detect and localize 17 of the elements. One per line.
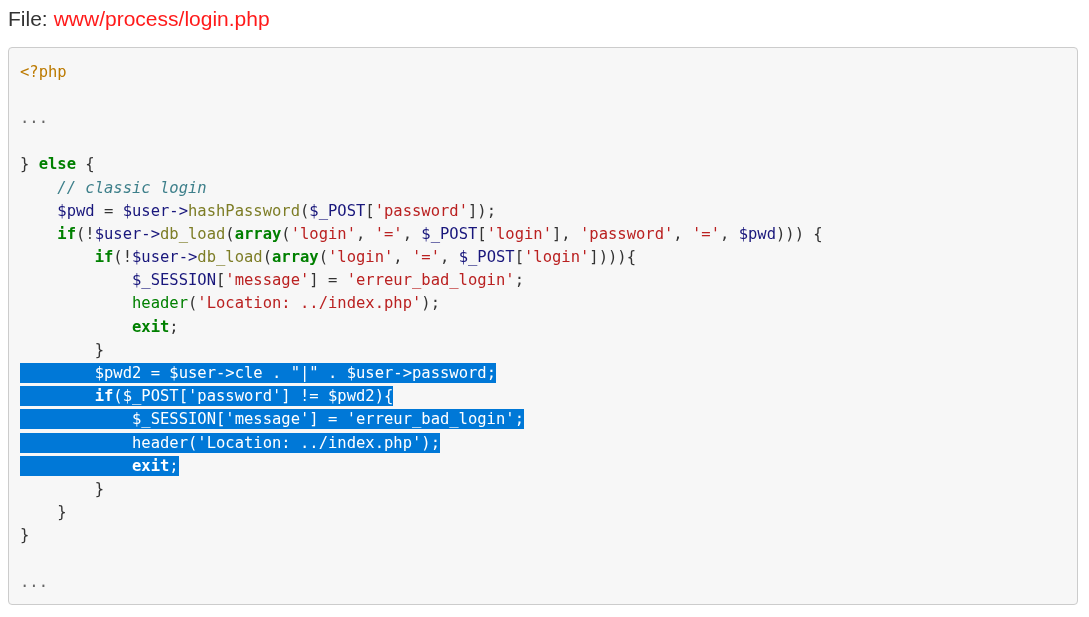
code-line: } — [20, 525, 30, 546]
file-path: www/process/login.php — [53, 6, 270, 32]
code-line: exit; — [130, 316, 179, 337]
code-line: header('Location: ../index.php'); — [130, 293, 440, 314]
code-line: $pwd = $user->hashPassword($_POST['password']); — [56, 200, 496, 221]
code-line: if(!$user->db_load(array('login', '=', $_POST['login'], 'password', '=', $pwd))) { — [56, 223, 823, 244]
code-line: <?php — [20, 61, 67, 82]
code-line: ... — [20, 571, 48, 592]
file-label: File: — [8, 6, 48, 32]
code-line: } — [93, 478, 104, 499]
code-line: } — [56, 502, 67, 523]
code-line: if(!$user->db_load(array('login', '=', $_POST['login']))){ — [93, 247, 637, 268]
code-line: } — [93, 339, 104, 360]
code-line: // classic login — [56, 177, 207, 198]
code-line: } else { — [20, 154, 95, 175]
code-line: $_SESSION['message'] = 'erreur_bad_login'; — [130, 270, 524, 291]
code-line: ... — [20, 107, 48, 128]
